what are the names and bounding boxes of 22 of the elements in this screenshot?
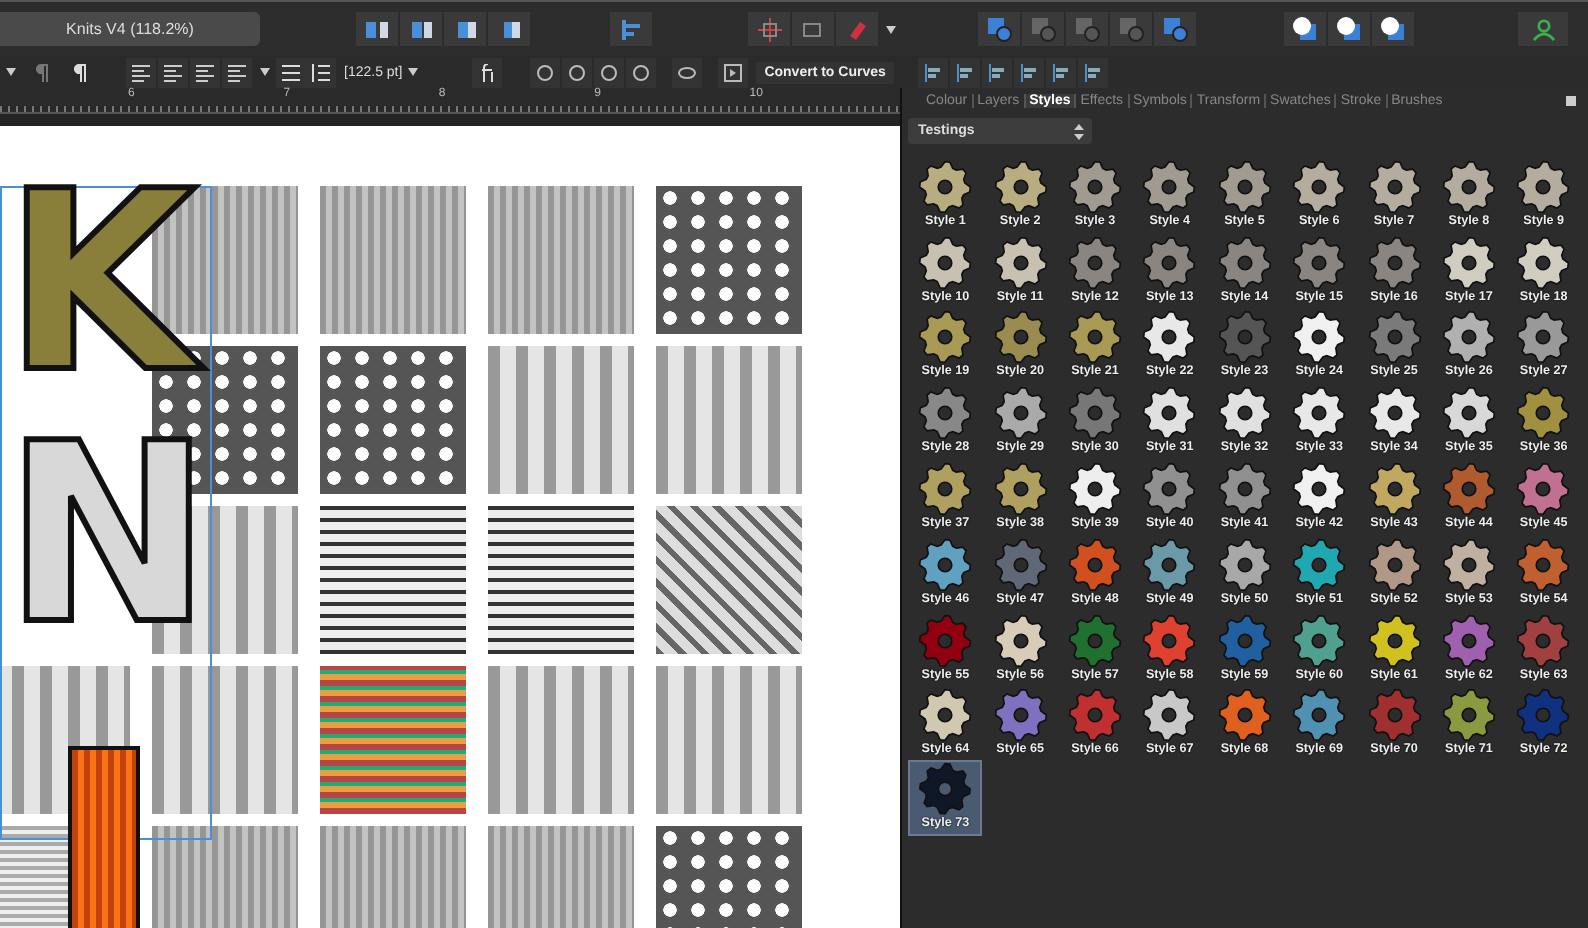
- justify-text-icon[interactable]: [222, 57, 252, 87]
- snapping-grid-icon[interactable]: [748, 12, 790, 46]
- caret-icon[interactable]: [0, 68, 22, 76]
- document-title-field[interactable]: Knits V4 (118.2%): [0, 12, 260, 46]
- flip-horizontal-icon[interactable]: [356, 12, 398, 46]
- align-text-left-icon[interactable]: [126, 57, 156, 87]
- ligature-icon[interactable]: [472, 57, 503, 87]
- bullet-list-icon[interactable]: [276, 57, 306, 87]
- align-left-icon[interactable]: [610, 12, 652, 46]
- combine-shapes-icon[interactable]: [1154, 12, 1196, 46]
- numbered-list-icon[interactable]: [306, 57, 336, 87]
- add-shapes-icon[interactable]: [978, 12, 1020, 46]
- caret-icon[interactable]: [254, 68, 276, 76]
- align-text-center-icon[interactable]: [158, 57, 188, 87]
- move-forward-icon[interactable]: [1284, 12, 1326, 46]
- person-icon[interactable]: [1518, 12, 1568, 46]
- align-left-edges-icon[interactable]: [917, 57, 948, 87]
- panel-menu-icon[interactable]: [1566, 95, 1580, 107]
- align-text-right-icon[interactable]: [190, 57, 220, 87]
- caret-icon[interactable]: [880, 25, 902, 33]
- up-down-arrows-icon: [1074, 123, 1084, 139]
- play-frame-icon[interactable]: [718, 57, 749, 87]
